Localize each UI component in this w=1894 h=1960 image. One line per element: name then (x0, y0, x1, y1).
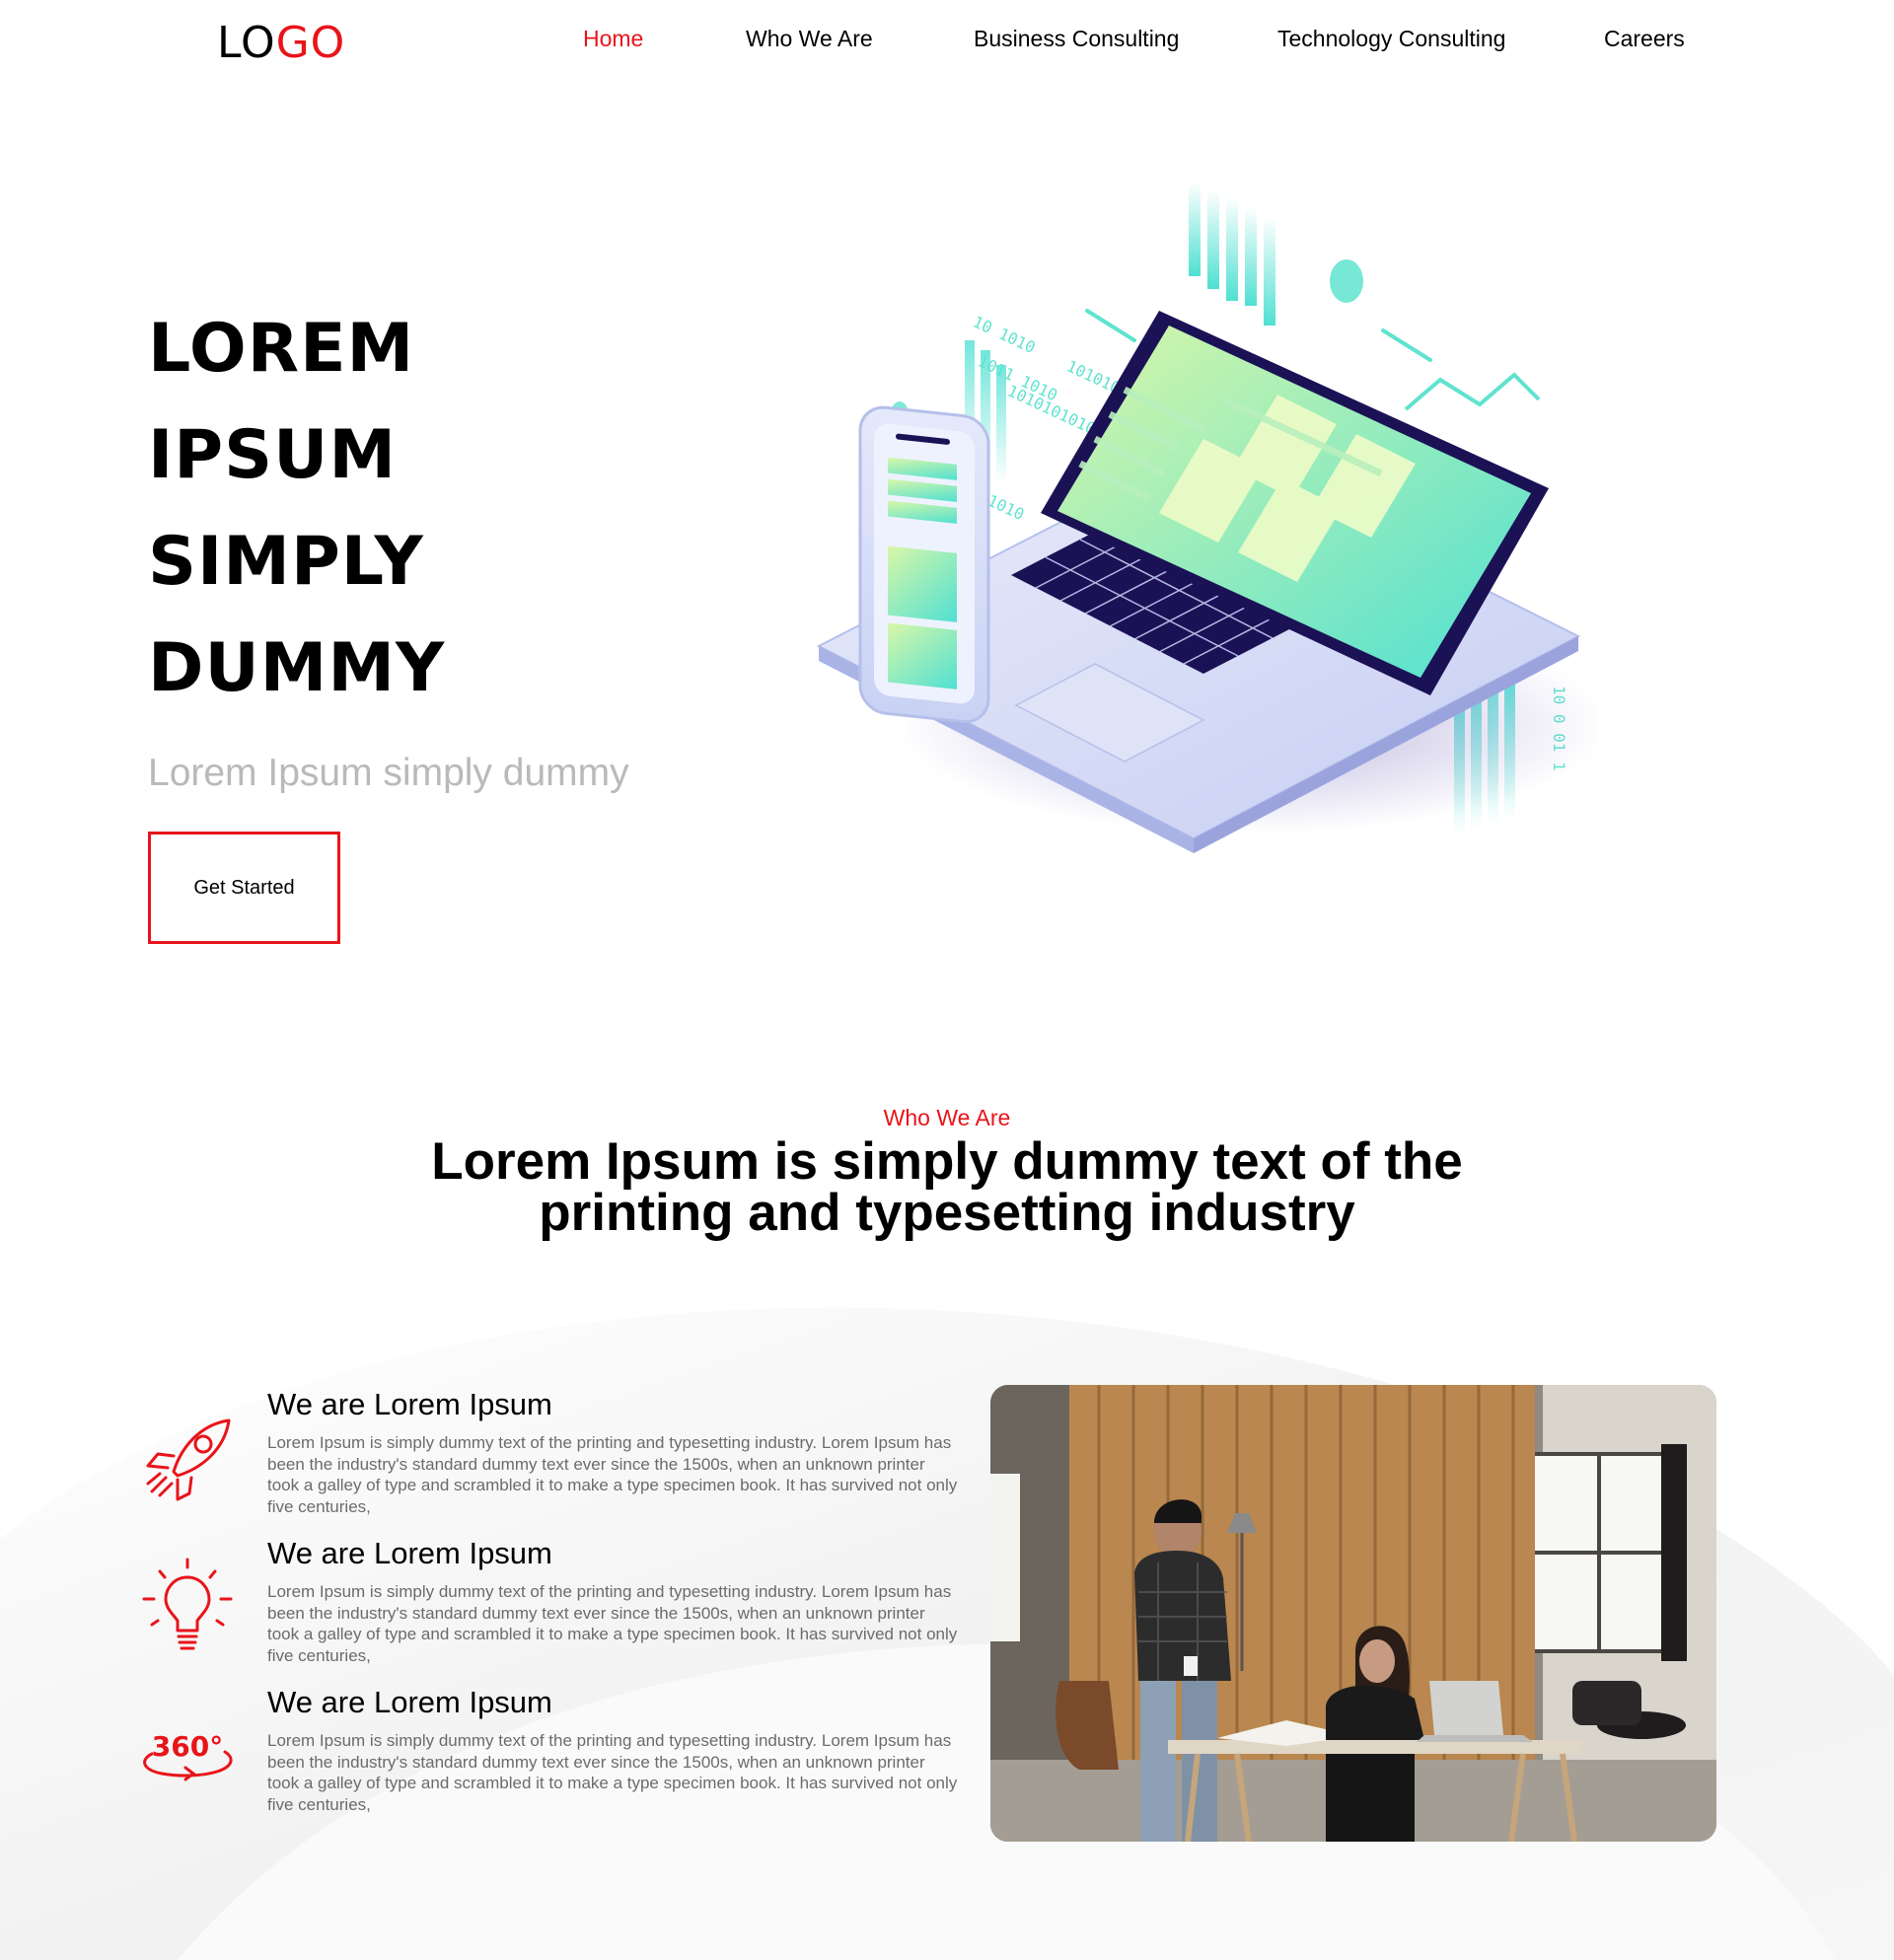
feature-description: Lorem Ipsum is simply dummy text of the … (267, 1731, 958, 1814)
feature-description: Lorem Ipsum is simply dummy text of the … (267, 1433, 958, 1516)
360-icon-text: 360° (152, 1730, 223, 1763)
svg-text:10 1010: 10 1010 (970, 312, 1038, 357)
section-kicker: Who We Are (883, 1105, 1011, 1130)
data-bars-top (1189, 182, 1275, 326)
section-title: Lorem Ipsum is simply dummy text of the … (431, 1132, 1463, 1242)
team-office-photo (990, 1385, 1716, 1842)
trend-line (1404, 372, 1541, 411)
360-icon: 360° (143, 1730, 233, 1781)
laptop-phone-illustration: 10 1010 1011 1010 1010101010 101010 101 … (816, 182, 1598, 853)
get-started-button[interactable]: Get Started (148, 832, 340, 944)
smartphone (858, 405, 990, 724)
nav-menu: Home Who We Are Business Consulting Tech… (0, 26, 1894, 55)
nav-item-home[interactable]: Home (583, 26, 643, 52)
top-navigation: LOGO Home Who We Are Business Consulting… (0, 0, 1894, 83)
hero-title-line: LOREM (148, 310, 415, 388)
hero-title-line: SIMPLY (148, 523, 424, 601)
nav-item-careers[interactable]: Careers (1604, 26, 1685, 52)
hero-subtitle: Lorem Ipsum simply dummy (148, 752, 629, 794)
rocket-icon (146, 1418, 231, 1501)
hero-title: LOREM IPSUM SIMPLY DUMMY (148, 296, 445, 722)
nav-item-who-we-are[interactable]: Who We Are (746, 26, 873, 52)
feature-heading: We are Lorem Ipsum (267, 1685, 552, 1719)
feature-item: 360° We are Lorem Ipsum Lorem Ipsum is s… (138, 1685, 957, 1823)
floating-orb (1330, 259, 1363, 303)
lightbulb-icon (142, 1558, 233, 1650)
feature-item: We are Lorem Ipsum Lorem Ipsum is simply… (138, 1387, 957, 1525)
feature-heading: We are Lorem Ipsum (267, 1387, 552, 1421)
hero-title-line: DUMMY (148, 629, 446, 707)
feature-heading: We are Lorem Ipsum (267, 1536, 552, 1570)
hero-title-line: IPSUM (148, 416, 397, 494)
nav-item-business-consulting[interactable]: Business Consulting (974, 26, 1179, 52)
feature-description: Lorem Ipsum is simply dummy text of the … (267, 1582, 958, 1665)
nav-item-technology-consulting[interactable]: Technology Consulting (1277, 26, 1505, 52)
feature-item: We are Lorem Ipsum Lorem Ipsum is simply… (138, 1536, 957, 1674)
